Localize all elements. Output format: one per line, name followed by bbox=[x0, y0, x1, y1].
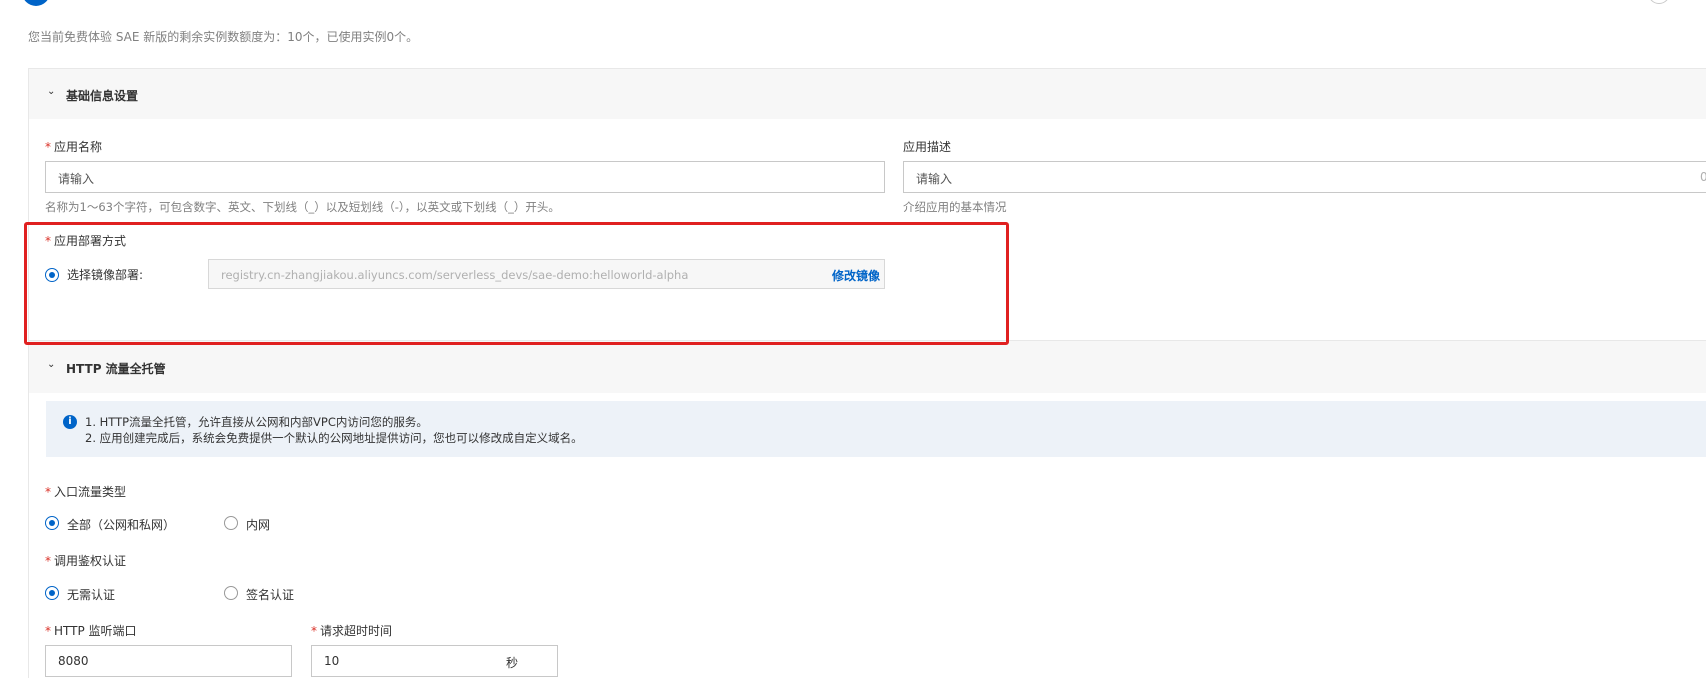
http-section: ⌄ HTTP 流量全托管 bbox=[28, 340, 1706, 678]
chevron-down-icon: ⌄ bbox=[47, 86, 56, 97]
section-title: 基础信息设置 bbox=[66, 89, 139, 103]
port-input[interactable]: 8080 bbox=[45, 645, 292, 677]
quota-notice: 您当前免费体验 SAE 新版的剩余实例数额度为：10个，已使用实例0个。 bbox=[28, 30, 419, 44]
help-icon[interactable] bbox=[1648, 0, 1670, 4]
auth-sign-label: 签名认证 bbox=[246, 588, 295, 602]
ingress-internal-label: 内网 bbox=[246, 518, 271, 532]
auth-sign-radio[interactable] bbox=[224, 586, 238, 600]
section-title: HTTP 流量全托管 bbox=[66, 362, 166, 376]
app-desc-label: 应用描述 bbox=[903, 140, 952, 154]
step-indicator bbox=[22, 0, 50, 6]
chevron-down-icon: ⌄ bbox=[47, 359, 56, 370]
app-name-input[interactable]: 请输入 bbox=[45, 161, 885, 193]
highlight-box bbox=[24, 222, 1009, 345]
ingress-all-label: 全部（公网和私网） bbox=[67, 518, 176, 532]
auth-none-radio[interactable] bbox=[45, 586, 59, 600]
ingress-type-label: * 入口流量类型 bbox=[45, 485, 127, 499]
auth-none-label: 无需认证 bbox=[67, 588, 116, 602]
app-name-hint: 名称为1～63个字符，可包含数字、英文、下划线（_）以及短划线（-），以英文或下… bbox=[45, 200, 560, 214]
timeout-input[interactable]: 10 秒 bbox=[311, 645, 558, 677]
info-icon: i bbox=[63, 415, 77, 429]
auth-label: * 调用鉴权认证 bbox=[45, 554, 127, 568]
ingress-internal-radio[interactable] bbox=[224, 516, 238, 530]
info-line-2: 2. 应用创建完成后，系统会免费提供一个默认的公网地址提供访问，您也可以修改成自… bbox=[85, 431, 583, 445]
timeout-label: * 请求超时时间 bbox=[311, 624, 393, 638]
info-line-1: 1. HTTP流量全托管，允许直接从公网和内部VPC内访问您的服务。 bbox=[85, 415, 428, 429]
app-desc-input[interactable]: 请输入 0 bbox=[903, 161, 1706, 193]
info-alert: i 1. HTTP流量全托管，允许直接从公网和内部VPC内访问您的服务。 2. … bbox=[46, 401, 1706, 457]
app-name-label: * 应用名称 bbox=[45, 140, 103, 154]
app-desc-hint: 介绍应用的基本情况 bbox=[903, 200, 1007, 214]
ingress-all-radio[interactable] bbox=[45, 516, 59, 530]
http-header[interactable]: ⌄ HTTP 流量全托管 bbox=[29, 341, 1706, 393]
timeout-unit: 秒 bbox=[506, 656, 519, 670]
port-label: * HTTP 监听端口 bbox=[45, 624, 137, 638]
char-counter: 0 bbox=[1700, 170, 1706, 184]
basic-info-header[interactable]: ⌄ 基础信息设置 bbox=[29, 69, 1706, 119]
